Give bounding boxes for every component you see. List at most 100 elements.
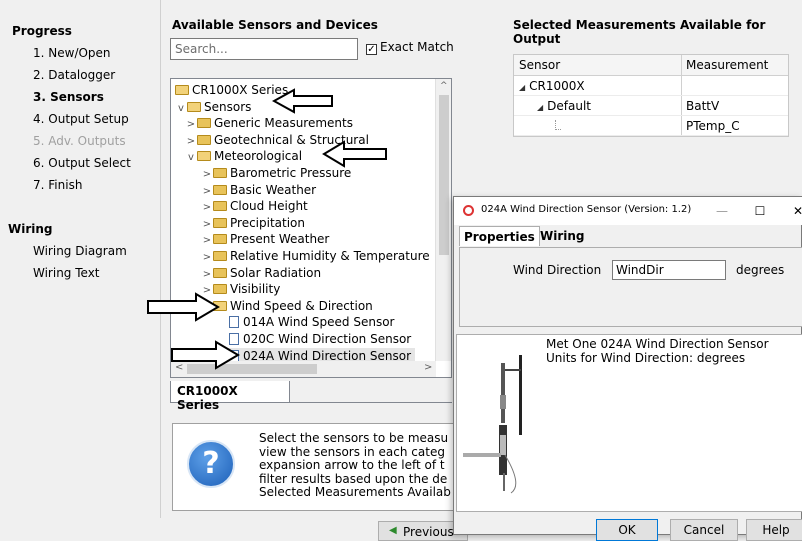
column-header-measurement[interactable]: Measurement bbox=[681, 55, 768, 76]
wizard-nav: Progress 1. New/Open 2. Datalogger 3. Se… bbox=[0, 0, 160, 535]
ok-button[interactable]: OK bbox=[596, 519, 658, 541]
measurement-cell: BattV bbox=[686, 99, 720, 113]
grid-header: Sensor Measurement bbox=[514, 55, 788, 76]
sensor-properties-dialog: 024A Wind Direction Sensor (Version: 1.2… bbox=[453, 196, 802, 541]
tree-item-label: Solar Radiation bbox=[230, 265, 322, 280]
nav-wiring-text[interactable]: Wiring Text bbox=[33, 266, 100, 280]
tab-wiring[interactable]: Wiring bbox=[536, 226, 589, 246]
tree-item-label: Wind Speed & Direction bbox=[230, 298, 373, 313]
folder-open-icon bbox=[187, 101, 201, 112]
tree-item[interactable]: > Basic Weather bbox=[201, 182, 316, 198]
tree-item[interactable]: 014A Wind Speed Sensor bbox=[217, 314, 394, 330]
tree-item-label: Present Weather bbox=[230, 232, 330, 247]
scroll-up-icon[interactable]: ^ bbox=[440, 81, 448, 91]
nav-step-output-setup[interactable]: 4. Output Setup bbox=[33, 112, 129, 126]
chevron-right-icon[interactable]: > bbox=[201, 184, 213, 200]
chevron-right-icon[interactable]: > bbox=[185, 117, 197, 133]
expand-triangle-icon[interactable]: ◢ bbox=[537, 103, 543, 112]
expand-triangle-icon[interactable]: ◢ bbox=[519, 83, 525, 92]
measurement-cell: PTemp_C bbox=[686, 119, 740, 133]
folder-icon bbox=[213, 184, 227, 195]
dialog-title: 024A Wind Direction Sensor (Version: 1.2… bbox=[481, 204, 692, 215]
wind-direction-unit: degrees bbox=[736, 263, 785, 277]
minimize-icon[interactable]: — bbox=[712, 201, 732, 221]
close-icon[interactable]: ✕ bbox=[788, 201, 802, 221]
tree-item-label: 014A Wind Speed Sensor bbox=[243, 315, 395, 330]
tree-item[interactable]: > Present Weather bbox=[201, 231, 330, 249]
nav-step-datalogger[interactable]: 2. Datalogger bbox=[33, 68, 115, 82]
sensor-tree[interactable]: CR1000X Series v Sensors > Generic Measureme… bbox=[170, 78, 452, 378]
table-row[interactable]: PTemp_C bbox=[514, 116, 788, 136]
measurement-cell bbox=[681, 76, 686, 96]
tree-item[interactable]: > Generic Measurements bbox=[185, 115, 353, 131]
help-text: Select the sensors to be measu view the … bbox=[259, 432, 451, 499]
folder-icon bbox=[197, 118, 211, 129]
tab-strip-line bbox=[290, 402, 452, 403]
folder-icon bbox=[213, 251, 227, 261]
tree-item[interactable]: > Solar Radiation bbox=[201, 265, 321, 281]
tree-item[interactable]: > Cloud Height bbox=[201, 198, 308, 214]
sensor-description-line2: Units for Wind Direction: degrees bbox=[546, 351, 746, 365]
nav-step-new-open[interactable]: 1. New/Open bbox=[33, 46, 111, 60]
tab-cr1000x-series[interactable]: CR1000X Series bbox=[170, 381, 290, 412]
back-arrow-icon: ◀ bbox=[389, 525, 397, 536]
chevron-down-icon[interactable]: v bbox=[185, 150, 197, 166]
document-icon bbox=[229, 316, 239, 329]
maximize-icon[interactable]: ☐ bbox=[750, 201, 770, 221]
tree-item-label: Meteorological bbox=[214, 149, 303, 164]
folder-icon bbox=[213, 267, 227, 278]
search-input[interactable]: Search... bbox=[170, 38, 358, 60]
tree-item[interactable]: > Relative Humidity & Temperature bbox=[201, 248, 430, 264]
sensor-cell: CR1000X bbox=[529, 79, 585, 93]
chevron-down-icon[interactable]: v bbox=[175, 101, 187, 117]
folder-icon bbox=[213, 201, 227, 212]
nav-step-output-select[interactable]: 6. Output Select bbox=[33, 156, 131, 170]
tree-item-label: Precipitation bbox=[230, 215, 306, 230]
nav-wiring-diagram[interactable]: Wiring Diagram bbox=[33, 244, 127, 258]
tree-vertical-scrollbar[interactable]: ^ bbox=[435, 79, 451, 361]
dialog-titlebar[interactable]: 024A Wind Direction Sensor (Version: 1.2… bbox=[454, 197, 802, 225]
tree-item-label: Barometric Pressure bbox=[230, 166, 352, 180]
exact-match-checkbox[interactable]: ✓ Exact Match bbox=[366, 40, 454, 55]
column-header-sensor[interactable]: Sensor bbox=[514, 55, 560, 76]
wind-direction-input[interactable]: WindDir bbox=[612, 260, 726, 280]
table-row[interactable]: ◢ CR1000X bbox=[514, 76, 788, 96]
nav-step-sensors[interactable]: 3. Sensors bbox=[33, 90, 104, 104]
properties-pane: Wind Direction WindDir degrees bbox=[459, 247, 802, 327]
scroll-right-icon[interactable]: > bbox=[424, 362, 432, 373]
table-row[interactable]: ◢ Default BattV bbox=[514, 96, 788, 116]
nav-step-finish[interactable]: 7. Finish bbox=[33, 178, 82, 192]
help-panel: ? Select the sensors to be measu view th… bbox=[172, 423, 462, 511]
chevron-right-icon[interactable]: > bbox=[201, 167, 213, 183]
tree-item[interactable]: > Precipitation bbox=[201, 215, 305, 231]
chevron-right-icon[interactable]: > bbox=[185, 134, 197, 150]
tree-item-label: Basic Weather bbox=[230, 182, 317, 197]
tree-item-label: Cloud Height bbox=[230, 199, 308, 214]
available-title: Available Sensors and Devices bbox=[172, 18, 378, 32]
tree-item[interactable]: v Sensors bbox=[175, 99, 251, 115]
tree-item-label: Relative Humidity & Temperature bbox=[230, 249, 430, 263]
folder-icon bbox=[213, 217, 227, 228]
app-logo-icon bbox=[463, 205, 474, 216]
tree-item[interactable]: vWind Speed & Direction bbox=[201, 298, 373, 314]
chevron-right-icon[interactable]: > bbox=[201, 217, 213, 233]
help-question-icon: ? bbox=[187, 440, 235, 488]
tree-connector-icon bbox=[555, 120, 561, 130]
scroll-thumb[interactable] bbox=[439, 95, 449, 255]
chevron-right-icon[interactable]: > bbox=[201, 267, 213, 283]
tree-item[interactable]: v Meteorological bbox=[185, 148, 302, 164]
chevron-right-icon[interactable]: > bbox=[201, 200, 213, 216]
help-button[interactable]: Help bbox=[746, 519, 802, 541]
selected-title: Selected Measurements Available for Outp… bbox=[513, 18, 766, 46]
nav-divider bbox=[160, 0, 161, 518]
chevron-right-icon[interactable]: > bbox=[201, 250, 213, 266]
tree-item[interactable]: 020C Wind Direction Sensor bbox=[217, 331, 411, 347]
chevron-right-icon[interactable]: > bbox=[201, 233, 213, 249]
selected-measurements-grid[interactable]: Sensor Measurement ◢ CR1000X ◢ Default BattV… bbox=[513, 54, 789, 137]
sensor-description: Met One 024A Wind Direction Sensor Units… bbox=[546, 337, 769, 365]
checkbox-check-icon[interactable]: ✓ bbox=[366, 44, 377, 55]
cancel-button[interactable]: Cancel bbox=[670, 519, 738, 541]
annotation-arrow-right-icon bbox=[147, 292, 220, 322]
tab-properties[interactable]: Properties bbox=[459, 226, 540, 246]
folder-open-icon bbox=[197, 151, 211, 162]
